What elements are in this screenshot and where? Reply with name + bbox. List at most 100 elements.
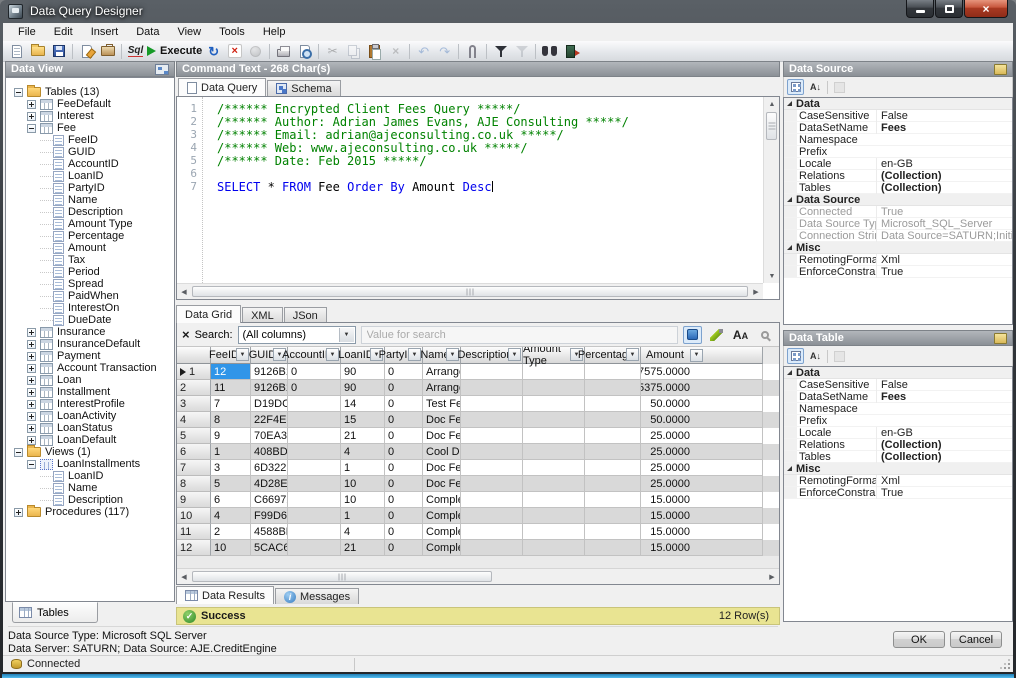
- scroll-left-icon[interactable]: ◀: [177, 570, 191, 584]
- edit-command-button[interactable]: [76, 42, 97, 61]
- tree-item-guid[interactable]: GUID: [14, 146, 174, 158]
- row-header[interactable]: 8: [177, 476, 211, 492]
- cell[interactable]: [585, 540, 641, 556]
- tree-item-tax[interactable]: Tax: [14, 254, 174, 266]
- cell[interactable]: 10: [211, 540, 251, 556]
- cell[interactable]: 7575.0000: [641, 364, 763, 380]
- cell[interactable]: [523, 476, 585, 492]
- cell[interactable]: [585, 524, 641, 540]
- cell[interactable]: 0: [385, 444, 423, 460]
- cell[interactable]: 22F4EF...: [251, 412, 288, 428]
- expand-toggle[interactable]: [27, 352, 36, 361]
- column-header-amount-type[interactable]: Amount Type▼: [523, 347, 585, 364]
- cell[interactable]: 0: [288, 380, 341, 396]
- cell[interactable]: 25.0000: [641, 476, 763, 492]
- tab-json[interactable]: JSon: [284, 307, 327, 323]
- tree-item-name[interactable]: Name: [14, 194, 174, 206]
- tree-item-period[interactable]: Period: [14, 266, 174, 278]
- cell[interactable]: [585, 412, 641, 428]
- menu-item-tools[interactable]: Tools: [210, 24, 254, 40]
- cell[interactable]: 70EA3B...: [251, 428, 288, 444]
- tree-item-loanactivity[interactable]: LoanActivity: [14, 410, 174, 422]
- tree-item-insurance[interactable]: Insurance: [14, 326, 174, 338]
- code-line[interactable]: /****** Author: Adrian James Evans, AJE …: [217, 115, 763, 128]
- cell[interactable]: [288, 460, 341, 476]
- tree-item-loanid[interactable]: LoanID: [14, 170, 174, 182]
- cell[interactable]: [461, 540, 523, 556]
- column-header-percentage[interactable]: Percentage▼: [585, 347, 641, 364]
- property-connected[interactable]: ConnectedTrue: [784, 206, 1012, 218]
- tab-schema[interactable]: Schema: [267, 80, 340, 96]
- cell[interactable]: Doc Fee: [423, 460, 461, 476]
- expand-toggle[interactable]: [27, 112, 36, 121]
- cell[interactable]: [461, 380, 523, 396]
- property-data-source-type[interactable]: Data Source TypeMicrosoft_SQL_Server: [784, 218, 1012, 230]
- cell[interactable]: [585, 364, 641, 380]
- tree-item-account-transaction[interactable]: Account Transaction: [14, 362, 174, 374]
- ok-button[interactable]: OK: [893, 631, 945, 648]
- cell[interactable]: 21: [341, 540, 385, 556]
- tree-item-insurancedefault[interactable]: InsuranceDefault: [14, 338, 174, 350]
- cell[interactable]: [461, 460, 523, 476]
- filter-dropdown-icon[interactable]: ▼: [326, 348, 339, 361]
- property-remotingformat[interactable]: RemotingFormatXml: [784, 475, 1012, 487]
- cell[interactable]: 0: [385, 524, 423, 540]
- panel-toggle-button[interactable]: [683, 326, 702, 344]
- cell[interactable]: [461, 364, 523, 380]
- cell[interactable]: [461, 524, 523, 540]
- cell[interactable]: [288, 492, 341, 508]
- collapse-toggle[interactable]: [27, 124, 36, 133]
- find-button[interactable]: [539, 42, 560, 61]
- cell[interactable]: [461, 476, 523, 492]
- row-header[interactable]: 9: [177, 492, 211, 508]
- editor-vertical-scrollbar[interactable]: ▲ ▼: [763, 97, 779, 283]
- export-icon[interactable]: [994, 64, 1007, 75]
- export-icon[interactable]: [994, 333, 1007, 344]
- tree-item-interest[interactable]: Interest: [14, 110, 174, 122]
- tab-xml[interactable]: XML: [242, 307, 283, 323]
- property-enforceconstraints[interactable]: EnforceConstraintsTrue: [784, 487, 1012, 499]
- cell[interactable]: [523, 428, 585, 444]
- column-header-feeid[interactable]: FeeID▼: [211, 347, 251, 364]
- print-preview-button[interactable]: [294, 42, 315, 61]
- cell[interactable]: 0: [288, 364, 341, 380]
- scroll-right-icon[interactable]: ▶: [765, 570, 779, 584]
- menu-item-insert[interactable]: Insert: [82, 24, 128, 40]
- tree-item-fee[interactable]: Fee: [14, 122, 174, 134]
- filter-dropdown-icon[interactable]: ▼: [690, 349, 703, 362]
- tree-item-spread[interactable]: Spread: [14, 278, 174, 290]
- match-case-button[interactable]: A: [731, 326, 750, 344]
- cell[interactable]: [585, 444, 641, 460]
- cell[interactable]: 408BD6...: [251, 444, 288, 460]
- expand-toggle[interactable]: [27, 340, 36, 349]
- category-data-source[interactable]: Data Source: [784, 194, 1012, 206]
- tree-item-views-1[interactable]: Views (1): [14, 446, 174, 458]
- cell[interactable]: 5375.0000: [641, 380, 763, 396]
- cell[interactable]: 15.0000: [641, 524, 763, 540]
- cell[interactable]: [288, 540, 341, 556]
- cell[interactable]: 0: [385, 508, 423, 524]
- tree-item-percentage[interactable]: Percentage: [14, 230, 174, 242]
- tree-item-duedate[interactable]: DueDate: [14, 314, 174, 326]
- cell[interactable]: 11: [211, 380, 251, 396]
- code-line[interactable]: /****** Encrypted Client Fees Query ****…: [217, 102, 763, 115]
- alphabetical-button[interactable]: A↓: [807, 348, 824, 364]
- cell[interactable]: [461, 508, 523, 524]
- tab-data-grid[interactable]: Data Grid: [176, 305, 241, 323]
- cell[interactable]: 15: [341, 412, 385, 428]
- category-data[interactable]: Data: [784, 98, 1012, 110]
- filter-dropdown-icon[interactable]: ▼: [508, 348, 521, 361]
- filter-dropdown-icon[interactable]: ▼: [626, 348, 639, 361]
- cell[interactable]: 10: [341, 492, 385, 508]
- search-button[interactable]: [755, 326, 774, 344]
- tree-item-partyid[interactable]: PartyID: [14, 182, 174, 194]
- cell[interactable]: 0: [385, 396, 423, 412]
- cell[interactable]: [585, 460, 641, 476]
- cell[interactable]: [585, 508, 641, 524]
- property-enforceconstraints[interactable]: EnforceConstraintsTrue: [784, 266, 1012, 278]
- tab-data-query[interactable]: Data Query: [178, 78, 266, 96]
- cell[interactable]: [288, 476, 341, 492]
- cell[interactable]: [523, 524, 585, 540]
- cell[interactable]: Completi...: [423, 492, 461, 508]
- save-button[interactable]: [48, 42, 69, 61]
